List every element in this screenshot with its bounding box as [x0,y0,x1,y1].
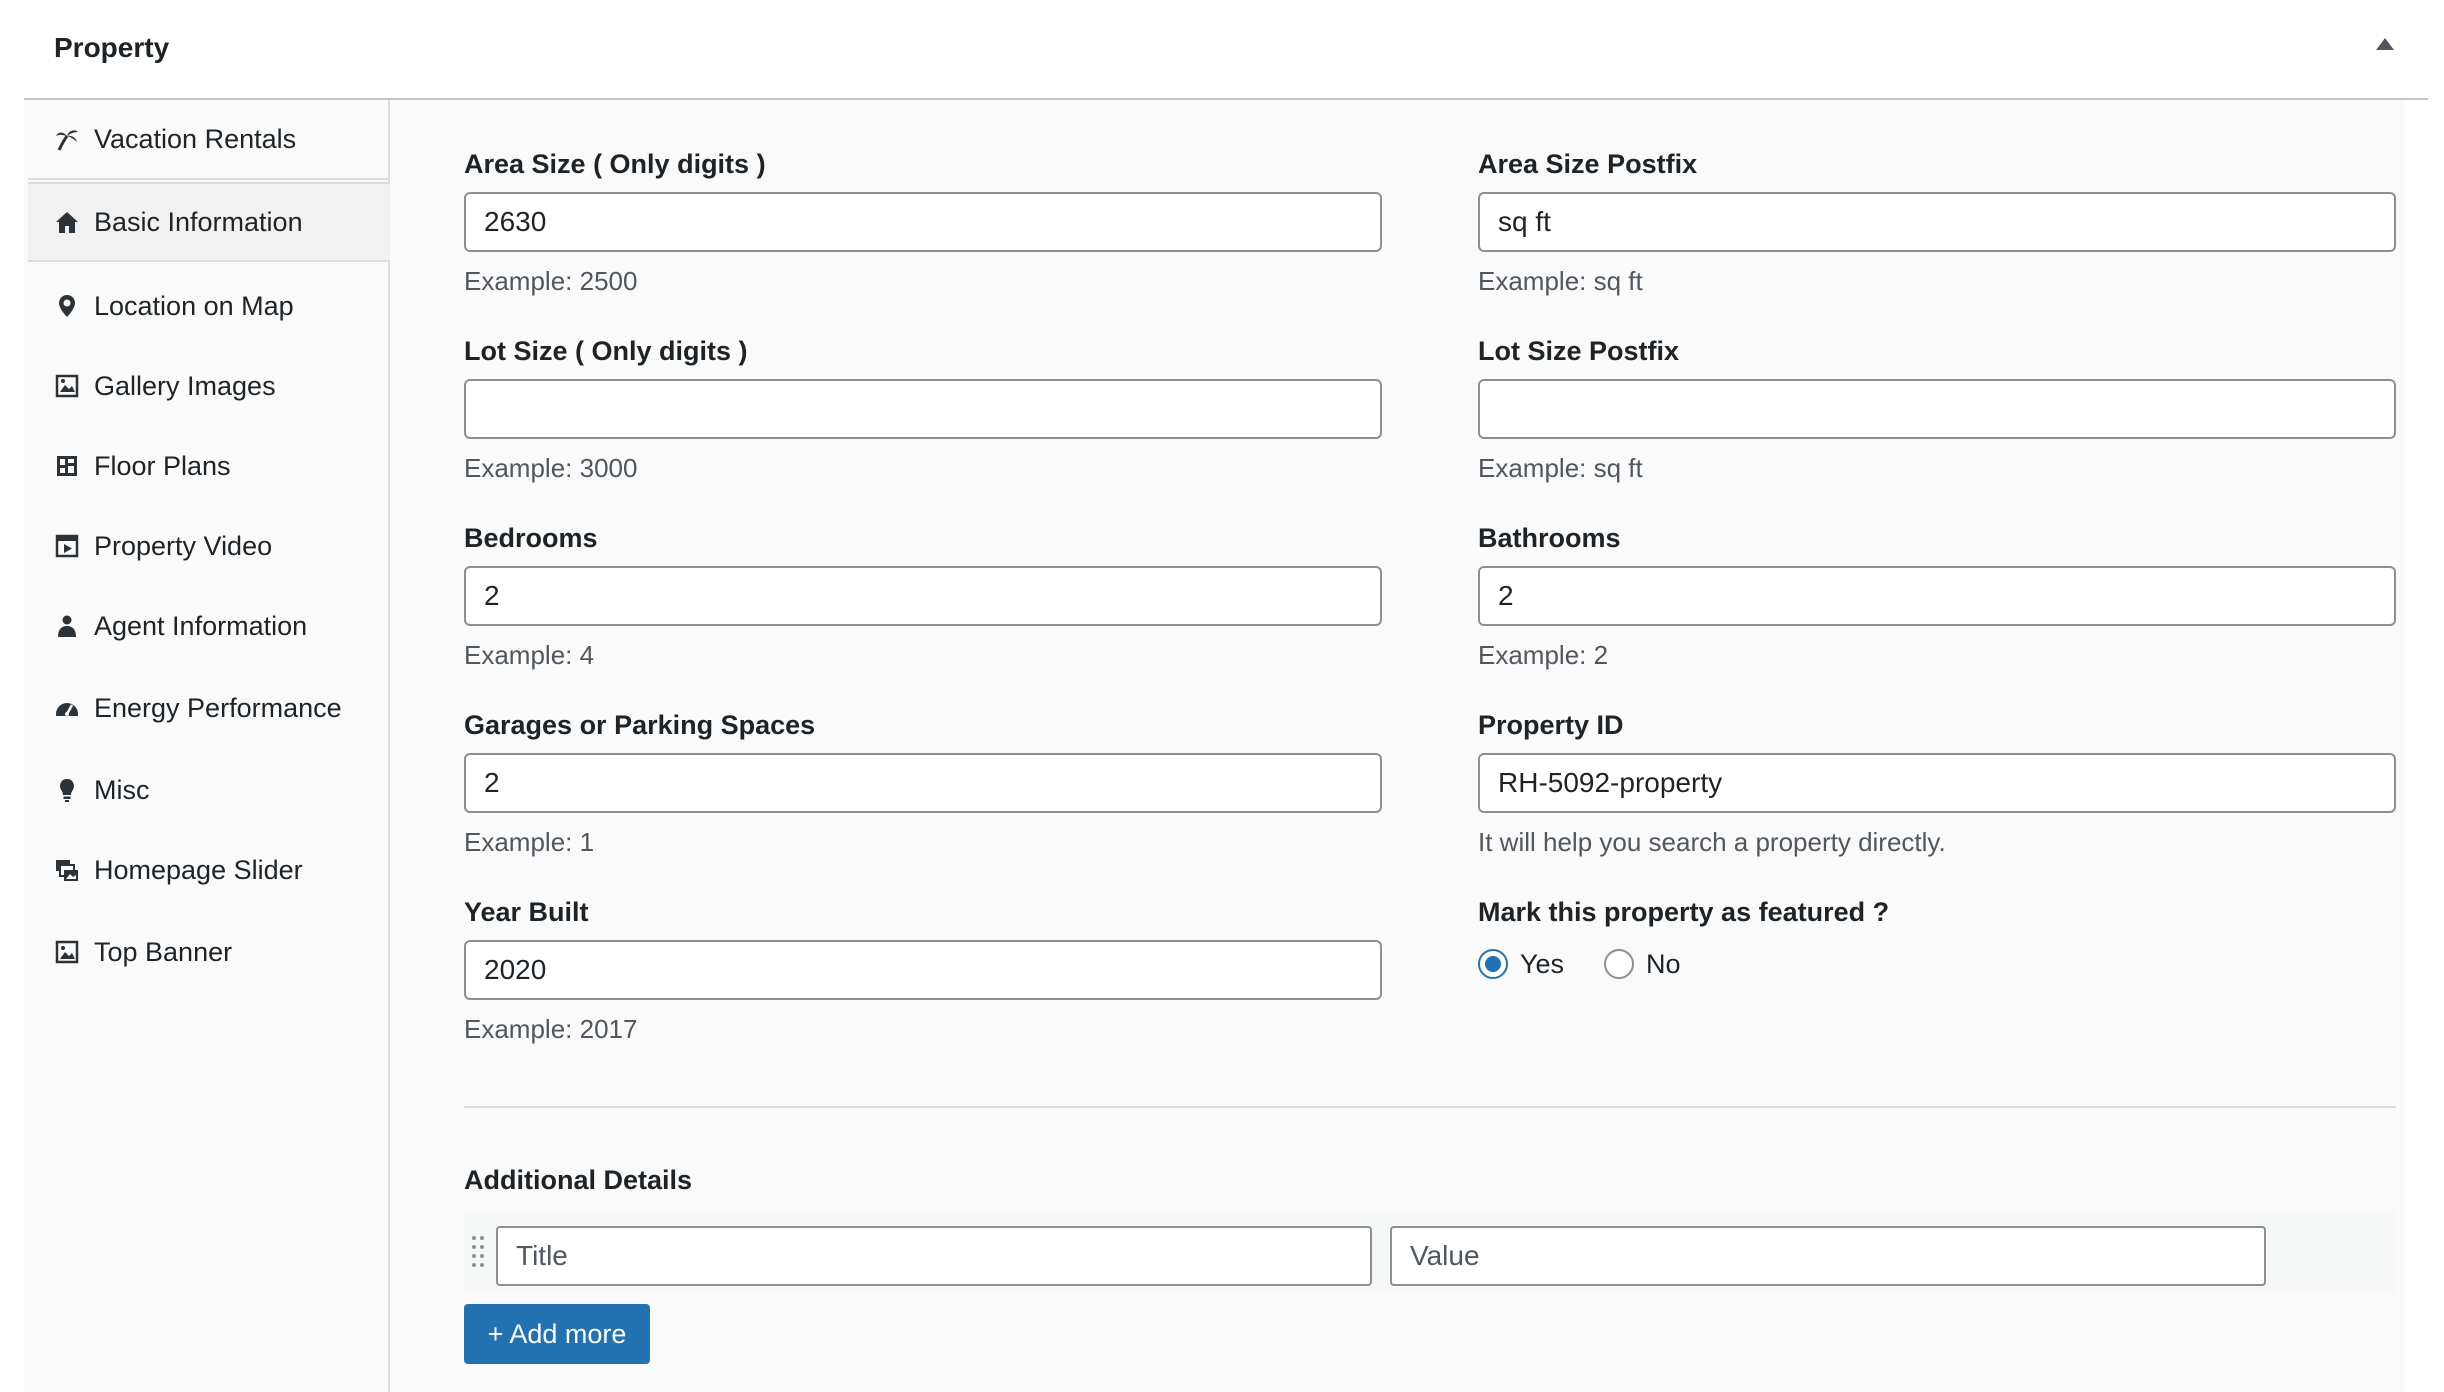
lot-postfix-help: Example: sq ft [1478,453,1643,483]
video-icon [54,533,80,559]
featured-yes-radio[interactable] [1478,949,1508,979]
sidebar-item-label: Vacation Rentals [94,123,297,154]
featured-field: Mark this property as featured ? Yes No [1478,894,2396,984]
lightbulb-icon [54,777,80,803]
lot-size-help: Example: 3000 [464,453,638,483]
sidebar-item-label: Misc [94,774,150,805]
sidebar-item-label: Floor Plans [94,450,231,481]
home-icon [54,209,80,235]
detail-title-input[interactable] [496,1226,1372,1286]
area-size-field: Area Size ( Only digits ) Example: 2500 [464,146,1382,298]
property-id-input[interactable] [1478,753,2396,813]
property-panel: Property Vacation Rentals Basic Informat… [24,0,2428,1392]
area-size-label: Area Size ( Only digits ) [464,149,766,179]
sidebar-item-vacation-rentals[interactable]: Vacation Rentals [28,100,388,180]
sidebar-item-energy-performance[interactable]: Energy Performance [28,668,388,748]
year-built-field: Year Built Example: 2017 [464,894,1382,1046]
sidebar-item-misc[interactable]: Misc [28,750,388,830]
area-size-help: Example: 2500 [464,266,638,296]
lot-postfix-input[interactable] [1478,379,2396,439]
lot-postfix-field: Lot Size Postfix Example: sq ft [1478,333,2396,485]
sidebar-item-floor-plans[interactable]: Floor Plans [28,426,388,506]
bathrooms-input[interactable] [1478,566,2396,626]
lot-size-input[interactable] [464,379,1382,439]
garages-help: Example: 1 [464,827,595,857]
sidebar-item-label: Agent Information [94,610,308,641]
sidebar-item-label: Gallery Images [94,370,276,401]
property-id-field: Property ID It will help you search a pr… [1478,707,2396,859]
area-postfix-field: Area Size Postfix Example: sq ft [1478,146,2396,298]
sidebar-item-agent-information[interactable]: Agent Information [28,586,388,666]
drag-handle-icon[interactable] [470,1232,486,1272]
additional-detail-row [464,1210,2396,1294]
sidebar-item-label: Top Banner [94,936,233,967]
featured-radio-group: Yes No [1478,944,2396,984]
sidebar-item-property-video[interactable]: Property Video [28,506,388,586]
sidebar-item-top-banner[interactable]: Top Banner [28,912,388,992]
sidebar-item-label: Property Video [94,530,273,561]
featured-no-radio[interactable] [1604,949,1635,979]
bathrooms-help: Example: 2 [1478,640,1609,670]
year-built-label: Year Built [464,897,589,927]
add-more-button[interactable]: + Add more [464,1304,650,1364]
gallery-icon [54,373,80,399]
slider-icon [54,857,80,883]
year-built-input[interactable] [464,940,1382,1000]
section-divider [464,1106,2396,1108]
agent-icon [54,613,80,639]
map-pin-icon [54,293,80,319]
bathrooms-label: Bathrooms [1478,523,1621,553]
area-postfix-label: Area Size Postfix [1478,149,1698,179]
bathrooms-field: Bathrooms Example: 2 [1478,520,2396,672]
sidebar-item-gallery-images[interactable]: Gallery Images [28,346,388,426]
detail-value-input[interactable] [1390,1226,2266,1286]
lot-postfix-label: Lot Size Postfix [1478,336,1680,366]
bedrooms-input[interactable] [464,566,1382,626]
lot-size-label: Lot Size ( Only digits ) [464,336,748,366]
featured-no-label[interactable]: No [1646,949,1681,980]
additional-details-title: Additional Details [464,1165,693,1195]
sidebar-item-homepage-slider[interactable]: Homepage Slider [28,830,388,910]
property-id-label: Property ID [1478,710,1624,740]
sidebar-tabs: Vacation Rentals Basic Information Locat… [24,100,392,1392]
property-id-help: It will help you search a property direc… [1478,827,1946,857]
gauge-icon [54,695,80,721]
sidebar-item-label: Energy Performance [94,692,342,723]
year-built-help: Example: 2017 [464,1014,638,1044]
featured-yes-label[interactable]: Yes [1520,949,1564,980]
panel-title: Property [54,32,170,63]
area-postfix-input[interactable] [1478,192,2396,252]
garages-input[interactable] [464,753,1382,813]
palm-tree-icon [54,126,80,152]
panel-header: Property [24,0,2428,100]
floor-plan-icon [54,453,80,479]
garages-field: Garages or Parking Spaces Example: 1 [464,707,1382,859]
bedrooms-label: Bedrooms [464,523,598,553]
sidebar-item-label: Homepage Slider [94,854,303,885]
bedrooms-help: Example: 4 [464,640,595,670]
sidebar-item-basic-information[interactable]: Basic Information [28,182,392,262]
sidebar-item-label: Basic Information [94,206,303,237]
lot-size-field: Lot Size ( Only digits ) Example: 3000 [464,333,1382,485]
area-size-input[interactable] [464,192,1382,252]
collapse-arrow-icon[interactable] [2376,38,2394,50]
sidebar-item-location-on-map[interactable]: Location on Map [28,266,388,346]
sidebar-item-label: Location on Map [94,290,294,321]
bedrooms-field: Bedrooms Example: 4 [464,520,1382,672]
garages-label: Garages or Parking Spaces [464,710,816,740]
basic-information-form: Area Size ( Only digits ) Example: 2500 … [390,100,2404,1392]
area-postfix-help: Example: sq ft [1478,266,1643,296]
image-icon [54,939,80,965]
featured-label: Mark this property as featured ? [1478,897,1890,927]
